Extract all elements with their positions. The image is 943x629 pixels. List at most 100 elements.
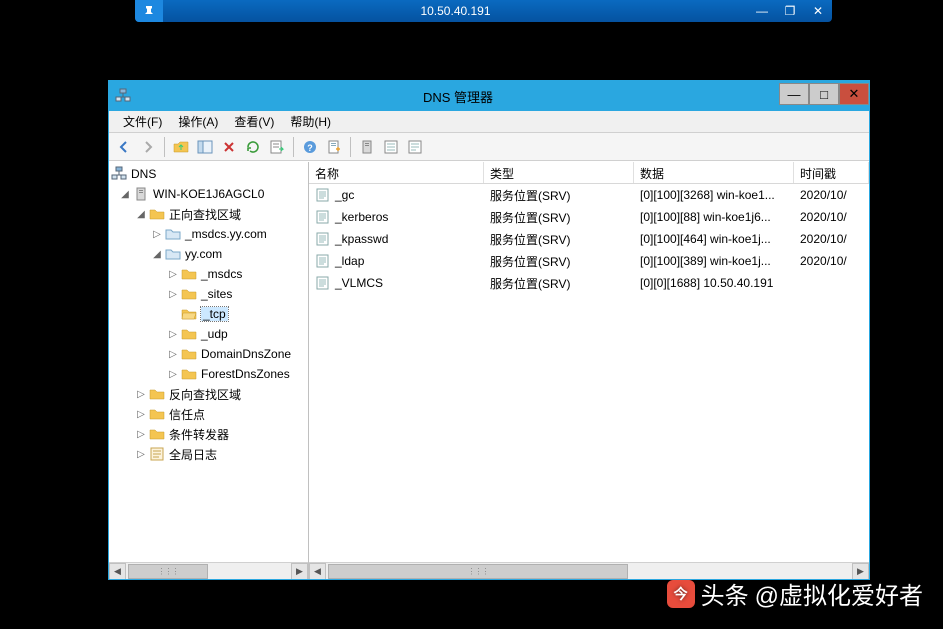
tree-reverse-zones[interactable]: ▷ 反向查找区域 [135,384,306,404]
folder-icon [149,206,165,222]
list-row[interactable]: _ldap服务位置(SRV)[0][100][389] win-koe1j...… [309,250,869,272]
folder-icon [181,346,197,362]
tree-label: _msdcs.yy.com [185,227,267,241]
panel-icon [197,139,213,155]
list-row[interactable]: _kerberos服务位置(SRV)[0][100][88] win-koe1j… [309,206,869,228]
toolbar-help-button[interactable]: ? [299,136,321,158]
window-close-button[interactable]: ✕ [839,83,869,105]
content-area: DNS ◢ WIN-KOE1J6AGCL0 ◢ 正向查找区域 [109,161,869,579]
toolbar-delete-button[interactable] [218,136,240,158]
toolbar-separator [164,137,165,157]
tree-server[interactable]: ◢ WIN-KOE1J6AGCL0 [119,184,306,204]
column-header-data[interactable]: 数据 [634,162,794,183]
tree-zone-yy[interactable]: ◢ yy.com [151,244,306,264]
menu-help[interactable]: 帮助(H) [282,111,339,132]
column-header-timestamp[interactable]: 时间戳 [794,162,869,183]
cell-data: [0][100][88] win-koe1j6... [634,210,794,224]
tree-hscrollbar[interactable]: ◀ ⋮⋮⋮ ▶ [109,562,308,579]
column-header-type[interactable]: 类型 [484,162,634,183]
tree-label: yy.com [185,247,222,261]
expander-open-icon[interactable]: ◢ [151,248,163,260]
list-row[interactable]: _kpasswd服务位置(SRV)[0][100][464] win-koe1j… [309,228,869,250]
folder-icon [149,386,165,402]
list-row[interactable]: _gc服务位置(SRV)[0][100][3268] win-koe1...20… [309,184,869,206]
expander-closed-icon[interactable]: ▷ [167,268,179,280]
tree-node-udp[interactable]: ▷ _udp [167,324,306,344]
rdp-restore-button[interactable]: ❐ [776,0,804,22]
expander-closed-icon[interactable]: ▷ [135,448,147,460]
expander-closed-icon[interactable]: ▷ [135,388,147,400]
menu-file[interactable]: 文件(F) [115,111,170,132]
folder-icon [149,426,165,442]
toolbar-back-button[interactable] [113,136,135,158]
list-row[interactable]: _VLMCS服务位置(SRV)[0][0][1688] 10.50.40.191 [309,272,869,294]
scroll-left-button[interactable]: ◀ [309,563,326,580]
tree-root-dns[interactable]: DNS [111,164,306,184]
expander-closed-icon[interactable]: ▷ [167,348,179,360]
tree-trust-points[interactable]: ▷ 信任点 [135,404,306,424]
scroll-track[interactable]: ⋮⋮⋮ [126,563,291,580]
expander-closed-icon[interactable]: ▷ [167,288,179,300]
toolbar-list-button-1[interactable] [380,136,402,158]
tree-node-tcp[interactable]: _tcp [167,304,306,324]
column-header-name[interactable]: 名称 [309,162,484,183]
tree-label: DNS [131,167,156,181]
menu-view[interactable]: 查看(V) [226,111,282,132]
menu-action[interactable]: 操作(A) [170,111,226,132]
cell-timestamp: 2020/10/ [794,188,869,202]
toolbar-new-record-button[interactable] [323,136,345,158]
tree-view[interactable]: DNS ◢ WIN-KOE1J6AGCL0 ◢ 正向查找区域 [109,162,308,562]
rdp-close-button[interactable]: ✕ [804,0,832,22]
tree-label: 信任点 [169,406,205,423]
expander-closed-icon[interactable]: ▷ [151,228,163,240]
scroll-thumb[interactable]: ⋮⋮⋮ [128,564,208,579]
scroll-left-button[interactable]: ◀ [109,563,126,580]
window-minimize-button[interactable]: — [779,83,809,105]
toolbar-separator [293,137,294,157]
expander-closed-icon[interactable]: ▷ [135,408,147,420]
scroll-right-button[interactable]: ▶ [291,563,308,580]
cell-data: [0][100][464] win-koe1j... [634,232,794,246]
cell-timestamp: 2020/10/ [794,254,869,268]
scroll-thumb[interactable]: ⋮⋮⋮ [328,564,628,579]
toolbar-separator [350,137,351,157]
tree-global-logs[interactable]: ▷ 全局日志 [135,444,306,464]
toolbar-show-hide-tree-button[interactable] [194,136,216,158]
tree-node-forestdnszones[interactable]: ▷ ForestDnsZones [167,364,306,384]
tree-forward-zones[interactable]: ◢ 正向查找区域 [135,204,306,224]
expander-closed-icon[interactable]: ▷ [135,428,147,440]
record-icon [315,209,331,225]
cell-data: [0][0][1688] 10.50.40.191 [634,276,794,290]
cell-name: _ldap [309,253,484,269]
window-maximize-button[interactable]: □ [809,83,839,105]
folder-open-icon [181,306,197,322]
expander-open-icon[interactable]: ◢ [119,188,131,200]
tree-node-domaindnszones[interactable]: ▷ DomainDnsZone [167,344,306,364]
tree-label: _udp [201,327,228,341]
watermark-author: @虚拟化爱好者 [755,576,923,611]
folder-icon [181,366,197,382]
expander-closed-icon[interactable]: ▷ [167,328,179,340]
cell-data: [0][100][3268] win-koe1... [634,188,794,202]
titlebar[interactable]: DNS 管理器 — □ ✕ [109,81,869,111]
toolbar-server-button[interactable] [356,136,378,158]
toolbar-up-button[interactable] [170,136,192,158]
zone-folder-icon [165,246,181,262]
folder-icon [181,326,197,342]
tree-conditional-forwarders[interactable]: ▷ 条件转发器 [135,424,306,444]
tree-label: 反向查找区域 [169,386,241,403]
toolbar-forward-button[interactable] [137,136,159,158]
menubar: 文件(F) 操作(A) 查看(V) 帮助(H) [109,111,869,133]
tree-node-msdcs[interactable]: ▷ _msdcs [167,264,306,284]
tree-zone-msdcs[interactable]: ▷ _msdcs.yy.com [151,224,306,244]
list-body[interactable]: _gc服务位置(SRV)[0][100][3268] win-koe1...20… [309,184,869,562]
expander-closed-icon[interactable]: ▷ [167,368,179,380]
tree-node-sites[interactable]: ▷ _sites [167,284,306,304]
rdp-pin-button[interactable] [135,0,163,22]
toolbar-refresh-button[interactable] [242,136,264,158]
toolbar-export-button[interactable] [266,136,288,158]
rdp-minimize-button[interactable]: — [748,0,776,22]
tree-label: _sites [201,287,232,301]
toolbar-list-button-2[interactable] [404,136,426,158]
expander-open-icon[interactable]: ◢ [135,208,147,220]
